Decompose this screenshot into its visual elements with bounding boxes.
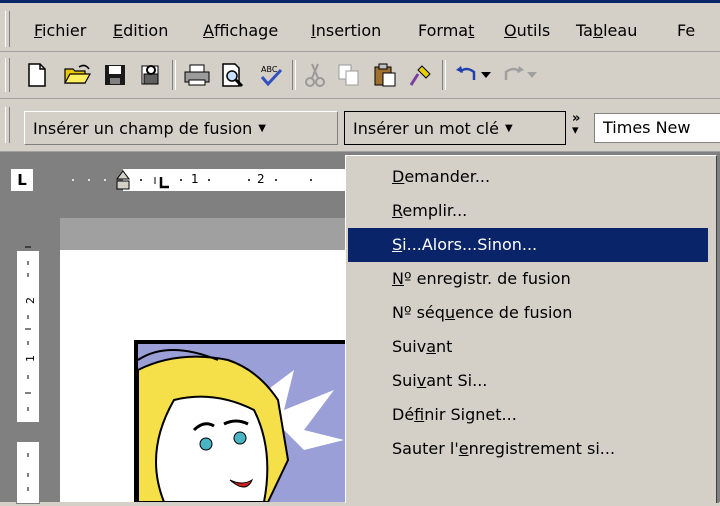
svg-text:ABC: ABC: [261, 65, 278, 74]
insert-word-field-menu: Demander... Remplir... Si...Alors...Sino…: [345, 155, 717, 503]
menu-tableau[interactable]: Tableau: [576, 21, 637, 40]
page-top-margin: [60, 218, 350, 250]
vertical-ruler[interactable]: 2 1: [16, 216, 40, 504]
svg-text:2: 2: [24, 297, 37, 304]
menu-item-demander[interactable]: Demander...: [348, 160, 708, 194]
permission-icon[interactable]: [136, 60, 166, 90]
menu-item-si-alors-sinon[interactable]: Si...Alors...Sinon...: [348, 228, 708, 262]
menu-insertion[interactable]: Insertion: [311, 21, 381, 40]
menu-format[interactable]: Format: [418, 21, 474, 40]
cut-icon[interactable]: [300, 60, 330, 90]
save-icon[interactable]: [100, 60, 130, 90]
toolbar-options-icon[interactable]: » ▾: [572, 112, 580, 137]
format-painter-icon[interactable]: [406, 60, 436, 90]
menu-item-definir-signet[interactable]: Définir Signet...: [348, 398, 708, 432]
print-preview-icon[interactable]: [218, 60, 248, 90]
mergebar-grip[interactable]: [5, 107, 10, 143]
menu-bar: Fichier Edition Affichage Insertion Form…: [0, 3, 720, 52]
menu-item-suivant-si[interactable]: Suivant Si...: [348, 364, 708, 398]
spelling-icon[interactable]: ABC: [256, 60, 286, 90]
menu-item-suivant[interactable]: Suivant: [348, 330, 708, 364]
menu-fenetre[interactable]: Fe: [677, 21, 695, 40]
menu-affichage[interactable]: Affichage: [203, 21, 278, 40]
chevron-down-icon: ▼: [258, 122, 266, 134]
insert-word-field-label: Insérer un mot clé: [353, 118, 499, 138]
insert-merge-field-label: Insérer un champ de fusion: [33, 118, 253, 138]
menu-item-numero-sequence[interactable]: Nº séquence de fusion: [348, 296, 708, 330]
new-document-icon[interactable]: [22, 60, 52, 90]
insert-word-field-button[interactable]: Insérer un mot clé ▼: [344, 111, 566, 145]
menubar-grip[interactable]: [5, 11, 10, 47]
clipart-picture[interactable]: [134, 340, 350, 503]
horizontal-ruler[interactable]: 1 2: [60, 168, 352, 192]
menu-outils[interactable]: Outils: [504, 21, 550, 40]
menu-item-remplir[interactable]: Remplir...: [348, 194, 708, 228]
paste-icon[interactable]: [370, 60, 400, 90]
menu-fichier[interactable]: Fichier: [34, 21, 86, 40]
redo-dropdown-icon[interactable]: [524, 60, 540, 90]
toolbar-separator: [442, 60, 446, 90]
copy-icon[interactable]: [334, 60, 364, 90]
standard-toolbar: ABC: [0, 52, 720, 99]
open-folder-icon[interactable]: [62, 60, 92, 90]
chevron-down-icon: ▼: [504, 122, 513, 134]
toolbar-separator: [292, 60, 296, 90]
menu-edition[interactable]: Edition: [113, 21, 168, 40]
print-icon[interactable]: [182, 60, 212, 90]
mail-merge-toolbar: Insérer un champ de fusion ▼ Insérer un …: [0, 99, 720, 152]
menu-item-sauter-enregistrement[interactable]: Sauter l'enregistrement si...: [348, 432, 708, 466]
insert-merge-field-button[interactable]: Insérer un champ de fusion ▼: [24, 111, 338, 145]
toolbar-separator: [172, 60, 176, 90]
toolbar-grip[interactable]: [5, 58, 10, 92]
ruler-mark: 2: [257, 172, 265, 186]
menu-item-numero-enregistrement[interactable]: Nº enregistr. de fusion: [348, 262, 708, 296]
undo-dropdown-icon[interactable]: [478, 60, 494, 90]
font-name-input[interactable]: Times New: [594, 113, 720, 143]
svg-text:1: 1: [24, 355, 37, 362]
ruler-mark: 1: [191, 172, 199, 186]
tab-selector-button[interactable]: L: [10, 168, 34, 192]
